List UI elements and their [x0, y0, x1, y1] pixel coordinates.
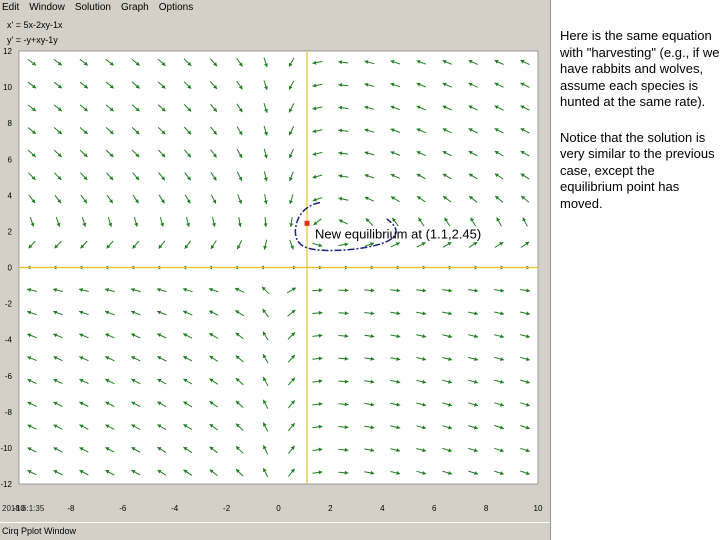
y-tick-label: 12 [3, 47, 12, 56]
status-time: 2018 6:1:35 [2, 504, 45, 513]
x-tick-label: 4 [380, 504, 385, 513]
pplane-window: Edit Window Solution Graph Options x' = … [0, 0, 551, 540]
x-tick-label: -2 [223, 504, 231, 513]
menu-graph[interactable]: Graph [116, 0, 154, 16]
menu-options[interactable]: Options [154, 0, 198, 16]
y-tick-label: -2 [5, 300, 13, 309]
y-tick-label: -12 [0, 480, 12, 489]
y-tick-label: -8 [5, 408, 13, 417]
y-tick-label: -10 [0, 444, 12, 453]
y-tick-label: -6 [5, 372, 13, 381]
x-tick-label: 10 [534, 504, 543, 513]
y-tick-label: -4 [5, 336, 13, 345]
x-tick-label: 8 [484, 504, 489, 513]
note-equilibrium-moved: Notice that the solution is very similar… [560, 129, 715, 211]
x-tick-label: -8 [67, 504, 75, 513]
y-tick-label: 10 [3, 83, 12, 92]
equation-y: y' = -y+xy-1y [7, 35, 58, 45]
x-tick-label: 0 [276, 504, 281, 513]
x-tick-label: 6 [432, 504, 437, 513]
equilibrium-label: New equilibrium at (1.1,2.45) [315, 226, 481, 241]
phase-plane-plot[interactable]: x' = 5x-2xy-1x y' = -y+xy-1y -10 -8 -6 -4 -2… [0, 16, 550, 522]
y-tick-label: 6 [8, 155, 13, 164]
x-tick-label: -6 [119, 504, 127, 513]
notes-panel: Here is the same equation with "harvesti… [560, 28, 720, 231]
note-harvesting: Here is the same equation with "harvesti… [560, 28, 720, 109]
equilibrium-point [304, 220, 310, 226]
menu-window[interactable]: Window [24, 0, 70, 16]
y-tick-label: 4 [8, 191, 13, 200]
x-tick-label: 2 [328, 504, 333, 513]
y-tick-label: 2 [8, 227, 13, 236]
y-tick-label: 0 [8, 264, 13, 273]
menu-solution[interactable]: Solution [70, 0, 116, 16]
menu-edit[interactable]: Edit [0, 0, 24, 16]
window-label: Cirq Pplot Window [0, 522, 550, 540]
y-tick-label: 8 [8, 119, 13, 128]
equation-x: x' = 5x-2xy-1x [7, 20, 63, 30]
menu-bar: Edit Window Solution Graph Options [0, 0, 550, 16]
x-tick-label: -4 [171, 504, 179, 513]
